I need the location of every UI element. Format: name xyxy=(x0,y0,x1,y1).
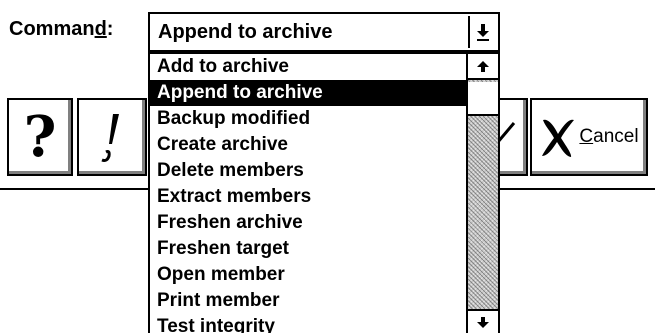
scroll-up-button[interactable] xyxy=(468,54,498,80)
combo-dropdown-button[interactable] xyxy=(468,16,496,48)
command-option[interactable]: Backup modified xyxy=(150,106,468,132)
scroll-thumb[interactable] xyxy=(468,82,498,116)
list-scrollbar[interactable] xyxy=(466,54,498,333)
screen: Command: Append to archive ? Cancel Add … xyxy=(0,0,655,333)
exclamation-button[interactable] xyxy=(77,98,147,176)
command-options: Add to archive Append to archive Backup mo… xyxy=(150,54,468,333)
command-option[interactable]: Test integrity xyxy=(150,314,468,333)
command-option[interactable]: Create archive xyxy=(150,132,468,158)
cancel-button[interactable]: Cancel xyxy=(530,98,648,176)
scroll-up-arrow-icon xyxy=(477,61,489,72)
command-combo-value: Append to archive xyxy=(158,21,333,43)
command-option[interactable]: Add to archive xyxy=(150,54,468,80)
command-label-prefix: Comman xyxy=(9,18,95,40)
scroll-down-arrow-icon xyxy=(477,317,489,328)
command-option[interactable]: Freshen target xyxy=(150,236,468,262)
command-label: Command: xyxy=(9,18,113,41)
x-mark-icon xyxy=(542,119,575,157)
scroll-down-button[interactable] xyxy=(468,309,498,333)
command-label-mnemonic: d xyxy=(94,18,107,40)
command-label-suffix: : xyxy=(106,18,114,40)
cancel-label: Cancel xyxy=(579,126,638,148)
command-dropdown-list[interactable]: Add to archive Append to archive Backup mo… xyxy=(148,52,500,333)
command-option[interactable]: Append to archive xyxy=(150,80,468,106)
command-option[interactable]: Print member xyxy=(150,288,468,314)
command-option[interactable]: Freshen archive xyxy=(150,210,468,236)
question-mark-icon: ? xyxy=(23,104,57,170)
dropdown-arrow-icon xyxy=(477,24,489,41)
help-button[interactable]: ? xyxy=(7,98,73,176)
command-combo-box[interactable]: Append to archive xyxy=(148,12,500,52)
command-option[interactable]: Open member xyxy=(150,262,468,288)
exclamation-icon xyxy=(101,114,119,162)
cancel-label-rest: ancel xyxy=(593,126,639,147)
cancel-mnemonic: C xyxy=(579,126,594,147)
command-option[interactable]: Extract members xyxy=(150,184,468,210)
command-option[interactable]: Delete members xyxy=(150,158,468,184)
